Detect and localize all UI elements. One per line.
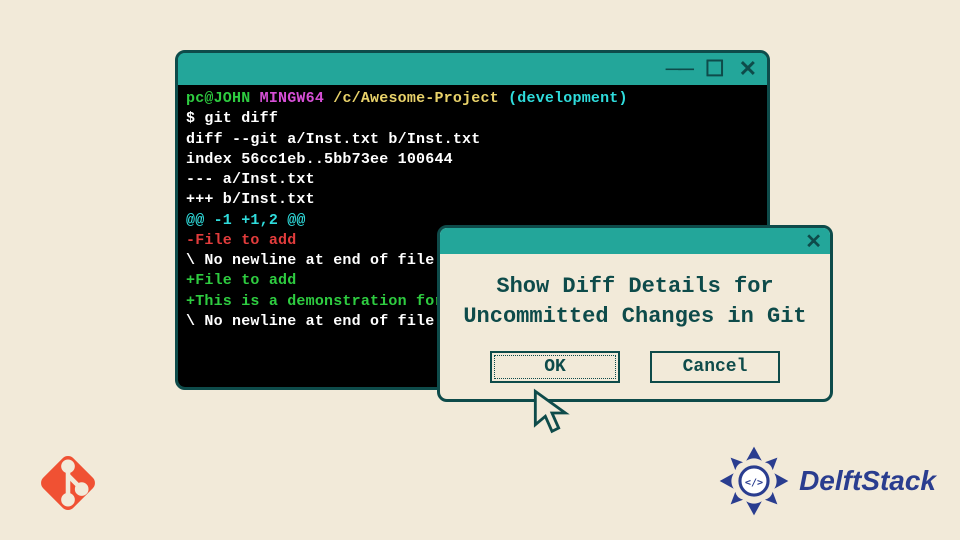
terminal-titlebar: ── ☐ ✕ [178,53,767,85]
terminal-line: @@ -1 +1,2 @@ [186,212,306,229]
mandala-icon: </> [715,442,793,520]
terminal-line: diff --git a/Inst.txt b/Inst.txt [186,131,480,148]
prompt-path: /c/Awesome-Project [333,90,499,107]
maximize-icon[interactable]: ☐ [705,56,725,82]
git-logo-icon [30,445,106,521]
close-icon[interactable]: ✕ [805,229,822,254]
prompt-branch: (development) [508,90,628,107]
dialog-titlebar: ✕ [440,228,830,254]
close-icon[interactable]: ✕ [739,56,757,82]
dialog-message: Show Diff Details for Uncommitted Change… [456,272,814,331]
minimize-icon[interactable]: ── [666,56,691,82]
terminal-line: +++ b/Inst.txt [186,191,315,208]
prompt-env: MINGW64 [260,90,324,107]
terminal-line: +This is a demonstration for [186,293,444,310]
terminal-line: \ No newline at end of file [186,313,434,330]
prompt-user: pc@JOHN [186,90,250,107]
dialog: ✕ Show Diff Details for Uncommitted Chan… [437,225,833,402]
dialog-body: Show Diff Details for Uncommitted Change… [440,254,830,399]
terminal-line: -File to add [186,232,296,249]
svg-text:</>: </> [745,478,763,489]
cancel-button[interactable]: Cancel [650,351,780,383]
ok-button[interactable]: OK [490,351,620,383]
terminal-line: --- a/Inst.txt [186,171,315,188]
terminal-line: +File to add [186,272,296,289]
terminal-command: $ git diff [186,110,278,127]
dialog-buttons: OK Cancel [456,351,814,383]
delftstack-logo: </> DelftStack [715,442,936,520]
terminal-line: \ No newline at end of file [186,252,434,269]
terminal-line: index 56cc1eb..5bb73ee 100644 [186,151,453,168]
brand-text: DelftStack [799,465,936,497]
